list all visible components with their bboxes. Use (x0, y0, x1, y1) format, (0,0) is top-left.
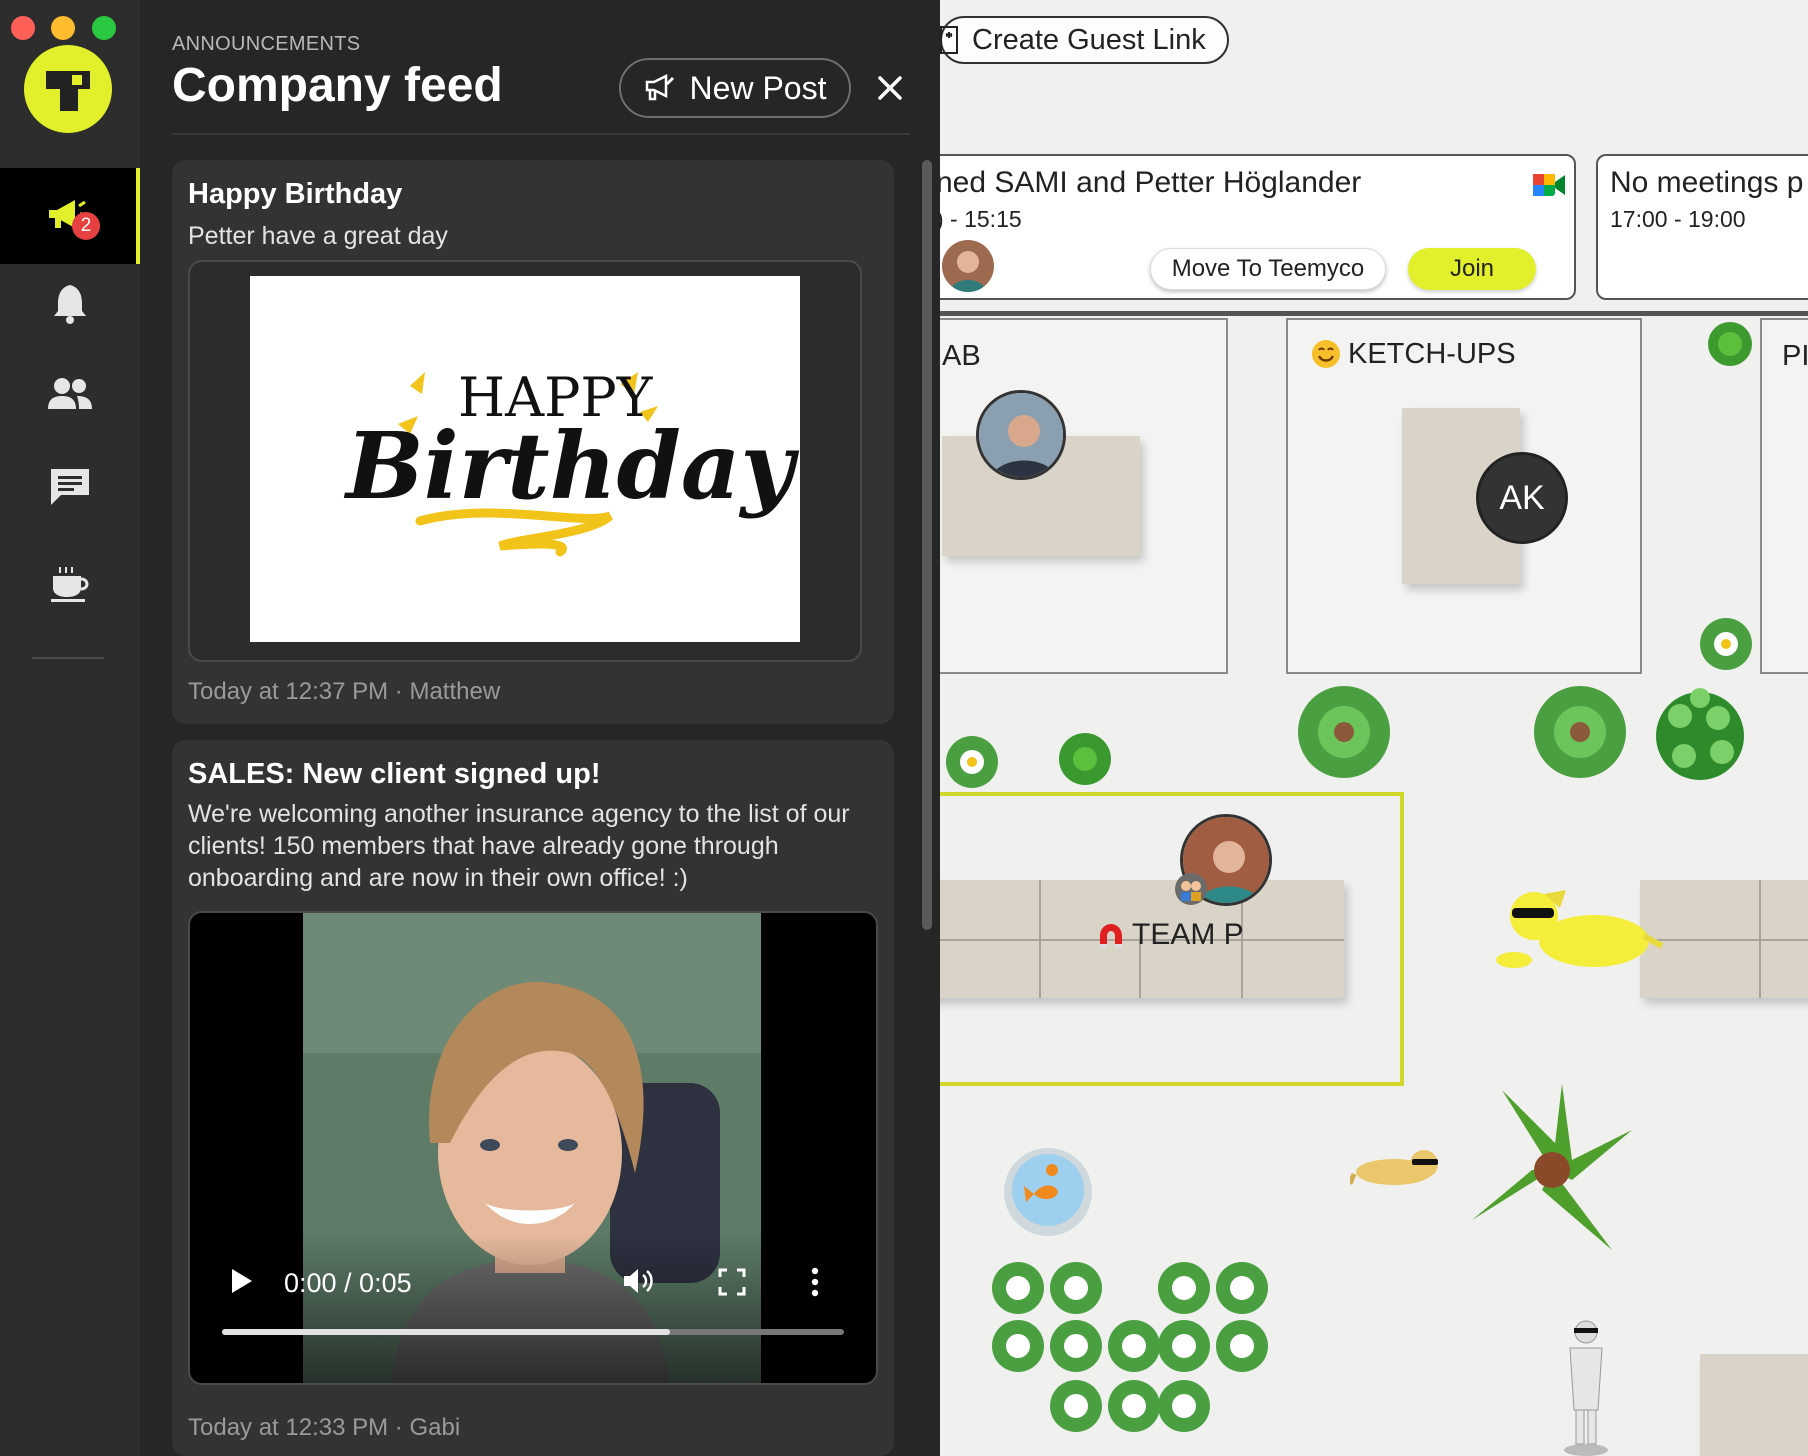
google-meet-icon (1533, 174, 1565, 196)
coffee-icon (51, 567, 89, 602)
flower-plant-icon (946, 736, 998, 788)
post-body: Petter have a great day (188, 222, 448, 250)
meeting-title: No meetings p (1610, 166, 1804, 199)
team-emoji-icon (1175, 873, 1207, 905)
fishbowl-decoration-icon (1004, 1148, 1092, 1236)
nav-announcements[interactable]: 2 (0, 168, 140, 264)
birthday-artwork: HAPPY Birthday (343, 366, 800, 557)
meeting-card: ned SAMI and Petter Höglander ) - 15:15 … (940, 154, 1576, 300)
participant-photo (942, 240, 994, 292)
post-meta: Today at 12:33 PM · Gabi (188, 1414, 461, 1441)
feed-post: Happy Birthday Petter have a great day H… (172, 160, 894, 724)
post-title: Happy Birthday (188, 178, 403, 210)
new-post-label: New Post (689, 69, 827, 106)
section-eyebrow: ANNOUNCEMENTS (172, 33, 361, 55)
company-feed-panel: ANNOUNCEMENTS Company feed New Post Happ… (140, 0, 940, 1456)
room-label: PI (1782, 340, 1808, 372)
meeting-title: ned SAMI and Petter Höglander (940, 166, 1362, 199)
bell-icon (54, 285, 86, 324)
meeting-participant-avatar[interactable] (942, 240, 994, 292)
plant-icon (1059, 733, 1111, 785)
video-time: 0:00 / 0:05 (284, 1268, 412, 1298)
guest-link-icon (940, 26, 958, 54)
close-icon (878, 76, 902, 100)
map-divider (940, 311, 1808, 316)
video-controls-shade (190, 1233, 876, 1383)
move-to-teemyco-button[interactable]: Move To Teemyco (1150, 248, 1386, 290)
video-progress-bar[interactable] (222, 1329, 844, 1335)
meeting-time: 17:00 - 19:00 (1610, 206, 1746, 232)
desk (1700, 1354, 1808, 1456)
video-progress-fill (222, 1329, 670, 1335)
app-logo[interactable] (24, 45, 112, 133)
cat-decoration-icon (1350, 1150, 1438, 1185)
nav-rail: 2 (0, 0, 140, 1456)
dog-decoration-icon (1496, 890, 1664, 968)
fullscreen-icon[interactable] (718, 1268, 746, 1296)
post-title: SALES: New client signed up! (188, 758, 601, 790)
nav-notifications[interactable] (0, 256, 140, 352)
feed-scrollbar[interactable] (922, 160, 932, 930)
teemyco-logo-icon (46, 71, 90, 111)
window-close-button[interactable] (11, 16, 35, 40)
post-image-frame: HAPPY Birthday (188, 260, 862, 662)
rail-divider (32, 657, 104, 659)
magnet-icon (1100, 924, 1122, 948)
flower-bed-icon (992, 1262, 1268, 1432)
office-map[interactable]: Create Guest Link ned SAMI and Petter Hö… (940, 0, 1808, 1456)
volume-icon[interactable] (622, 1266, 656, 1296)
desk-seams (1640, 880, 1808, 998)
play-icon[interactable] (230, 1268, 254, 1294)
room-pi[interactable]: PI (1760, 318, 1808, 674)
plant-icon (1534, 686, 1626, 778)
meeting-time: ) - 15:15 (940, 206, 1022, 232)
feed-post: SALES: New client signed up! We're welco… (172, 740, 894, 1456)
birthday-image-text-main: Birthday (343, 412, 800, 520)
nav-people[interactable] (0, 346, 140, 442)
new-post-button[interactable]: New Post (619, 58, 851, 118)
header-divider (172, 133, 910, 135)
create-guest-link-button[interactable]: Create Guest Link (940, 16, 1229, 64)
room-label: AB (942, 340, 981, 372)
people-icon (48, 378, 92, 409)
smile-emoji-icon (1312, 340, 1340, 368)
birthday-image[interactable]: HAPPY Birthday (250, 276, 800, 642)
post-body: We're welcoming another insurance agency… (188, 800, 850, 892)
room-label: TEAM P (1132, 918, 1244, 951)
window-zoom-button[interactable] (92, 16, 116, 40)
post-meta: Today at 12:37 PM · Matthew (188, 678, 501, 705)
more-options-icon[interactable] (810, 1267, 820, 1297)
join-meeting-button[interactable]: Join (1408, 248, 1536, 290)
post-video[interactable]: 0:00 / 0:05 (188, 911, 878, 1385)
flower-plant-icon (1700, 618, 1752, 670)
plant-icon (1656, 688, 1744, 780)
plant-icon (1298, 686, 1390, 778)
chat-icon (51, 469, 89, 505)
video-controls (190, 1233, 876, 1383)
announcement-count-badge: 2 (72, 212, 100, 240)
page-title: Company feed (172, 59, 503, 112)
nav-coffee[interactable] (0, 536, 140, 632)
room-label: KETCH-UPS (1348, 338, 1516, 370)
nav-chat[interactable] (0, 438, 140, 534)
new-post-icon (645, 74, 674, 101)
user-initials-avatar[interactable]: AK (1476, 452, 1568, 544)
room-ketch-ups[interactable]: KETCH-UPS (1286, 318, 1642, 674)
plant-icon (1708, 322, 1752, 366)
window-minimize-button[interactable] (51, 16, 75, 40)
statue-decoration-icon (1564, 1320, 1608, 1456)
meeting-card: No meetings p 17:00 - 19:00 (1596, 154, 1808, 300)
user-avatar[interactable] (976, 390, 1066, 480)
close-feed-button[interactable] (866, 64, 914, 112)
guest-link-label: Create Guest Link (972, 23, 1206, 56)
desk (1640, 880, 1808, 998)
large-plant-icon (1472, 1084, 1632, 1250)
room-ab[interactable]: AB (940, 318, 1228, 674)
